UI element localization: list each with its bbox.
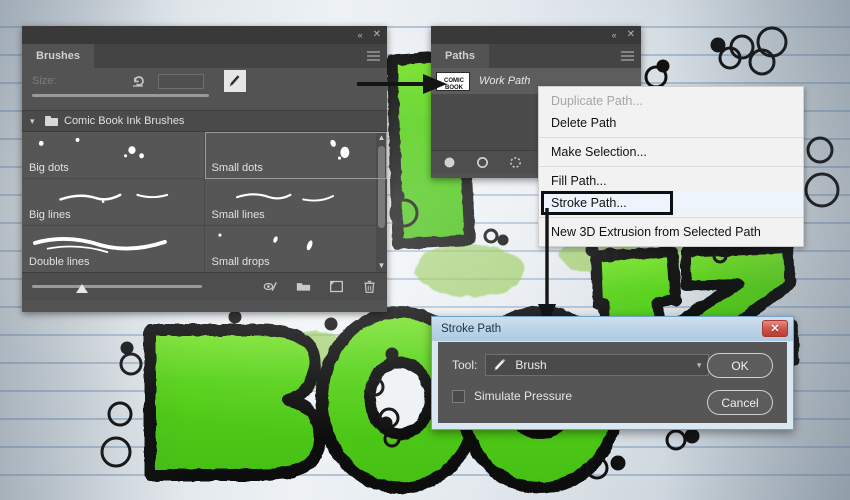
tab-brushes[interactable]: Brushes — [22, 44, 95, 68]
brush-group-header[interactable]: ▾ Comic Book Ink Brushes — [22, 110, 387, 132]
slider-knob[interactable] — [76, 284, 88, 293]
brush-stroke-preview — [22, 226, 204, 260]
tool-select[interactable]: Brush ▾ — [485, 354, 710, 376]
panel-menu-icon[interactable] — [367, 51, 380, 61]
path-thumbnail[interactable]: COMIC BOOK — [436, 71, 470, 91]
brush-item-label: Small drops — [211, 256, 270, 268]
path-to-selection-icon[interactable] — [509, 156, 522, 169]
menu-item-fill-path[interactable]: Fill Path... — [539, 170, 803, 192]
menu-item-stroke-path[interactable]: Stroke Path... — [539, 191, 803, 215]
tab-paths[interactable]: Paths — [431, 44, 489, 68]
brush-size-input[interactable] — [158, 73, 204, 89]
brush-item-label: Small dots — [211, 162, 263, 174]
reset-icon[interactable] — [132, 74, 146, 88]
brushes-panel-titlebar: « ✕ — [22, 26, 387, 44]
chevron-down-icon[interactable]: ▾ — [697, 360, 702, 371]
brush-preview-icon — [224, 70, 246, 92]
brush-stroke-preview — [205, 226, 387, 260]
menu-item-label: New 3D Extrusion from Selected Path — [551, 225, 761, 239]
folder-icon — [45, 116, 58, 126]
brush-size-row: Size: — [22, 68, 387, 94]
new-brush-icon[interactable] — [329, 279, 344, 294]
brush-settings-icon[interactable] — [263, 279, 278, 294]
brush-stroke-preview — [22, 132, 204, 166]
path-context-menu[interactable]: Duplicate Path... Delete Path Make Selecti… — [538, 86, 804, 247]
menu-separator — [539, 166, 803, 167]
brush-item-label: Big dots — [29, 162, 69, 174]
stroke-path-dialog-body: Tool: Brush ▾ Simulate Pressure OK Cance — [438, 342, 787, 423]
brushes-tab-row: Brushes — [22, 44, 387, 68]
menu-separator — [539, 137, 803, 138]
simulate-pressure-label: Simulate Pressure — [474, 389, 573, 403]
menu-item-label: Stroke Path... — [551, 196, 627, 210]
dialog-title: Stroke Path — [441, 323, 502, 335]
brushes-panel-footer — [22, 272, 387, 300]
menu-separator — [539, 217, 803, 218]
photoshop-screenshot: « ✕ Brushes Size: ▾ Comic Book Ink Brush… — [0, 0, 850, 500]
brush-item-big-lines[interactable]: Big lines — [22, 179, 205, 226]
tool-select-value: Brush — [515, 358, 547, 372]
menu-item-make-selection[interactable]: Make Selection... — [539, 141, 803, 163]
brush-size-slider[interactable] — [22, 94, 387, 110]
close-icon[interactable]: ✕ — [373, 30, 381, 40]
stroke-path-dialog[interactable]: Stroke Path ✕ Tool: Brush ▾ Simulate Pre… — [431, 316, 794, 430]
menu-item-label: Fill Path... — [551, 174, 607, 188]
collapse-icon[interactable]: « — [612, 30, 617, 40]
brush-icon — [494, 358, 506, 370]
scroll-down-icon[interactable]: ▼ — [376, 260, 387, 272]
svg-text:COMIC: COMIC — [444, 78, 465, 84]
brush-item-big-dots[interactable]: Big dots — [22, 132, 205, 179]
fill-path-icon[interactable] — [443, 156, 456, 169]
brush-stroke-preview — [205, 132, 387, 166]
path-name-label: Work Path — [479, 75, 531, 87]
stroke-path-dialog-titlebar: Stroke Path ✕ — [432, 317, 793, 341]
brush-group-label: Comic Book Ink Brushes — [64, 115, 185, 127]
stroke-path-icon[interactable] — [476, 156, 489, 169]
brush-item-label: Big lines — [29, 209, 71, 221]
ok-button[interactable]: OK — [707, 353, 773, 378]
menu-item-delete-path[interactable]: Delete Path — [539, 112, 803, 134]
brush-item-label: Double lines — [29, 256, 90, 268]
brushes-panel[interactable]: « ✕ Brushes Size: ▾ Comic Book Ink Brush… — [22, 26, 387, 312]
cancel-button[interactable]: Cancel — [707, 390, 773, 415]
close-icon[interactable]: ✕ — [627, 30, 635, 40]
brush-opacity-slider[interactable] — [32, 284, 202, 293]
brush-item-double-lines[interactable]: Double lines — [22, 226, 205, 272]
panel-menu-icon[interactable] — [621, 51, 634, 61]
brush-item-label: Small lines — [211, 209, 265, 221]
menu-item-label: Duplicate Path... — [551, 94, 643, 108]
tool-label: Tool: — [452, 358, 478, 372]
menu-item-new-3d-extrusion-from-selected-path[interactable]: New 3D Extrusion from Selected Path — [539, 221, 803, 243]
chevron-down-icon[interactable]: ▾ — [30, 116, 39, 127]
menu-item-duplicate-path: Duplicate Path... — [539, 90, 803, 112]
brush-grid[interactable]: Big dots Small dots Big lines Small lines Do… — [22, 132, 387, 272]
collapse-icon[interactable]: « — [358, 30, 363, 40]
brush-item-small-drops[interactable]: Small drops — [205, 226, 387, 272]
brush-item-small-lines[interactable]: Small lines — [204, 179, 387, 226]
brush-stroke-preview — [205, 179, 387, 213]
brush-item-small-dots[interactable]: Small dots — [204, 132, 387, 179]
brush-stroke-preview — [22, 179, 204, 213]
paths-panel-titlebar: « ✕ — [431, 26, 641, 44]
svg-text:BOOK: BOOK — [445, 85, 464, 91]
paths-tab-row: Paths — [431, 44, 641, 68]
simulate-pressure-checkbox[interactable] — [452, 389, 465, 403]
menu-item-label: Make Selection... — [551, 145, 647, 159]
folder-icon[interactable] — [296, 279, 311, 294]
brush-size-label: Size: — [32, 75, 57, 87]
menu-item-label: Delete Path — [551, 116, 617, 130]
delete-brush-icon[interactable] — [362, 279, 377, 294]
close-icon[interactable]: ✕ — [762, 320, 788, 337]
